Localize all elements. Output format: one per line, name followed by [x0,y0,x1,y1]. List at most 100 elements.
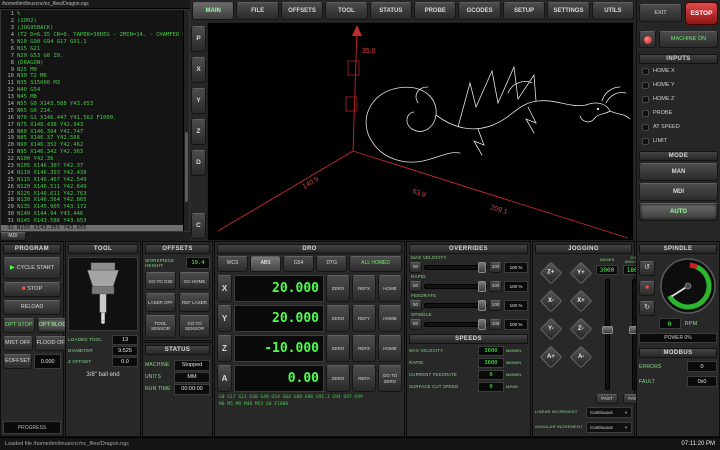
view-tab-button[interactable]: Y [191,88,206,114]
gcode-line[interactable]: 11 N35 S15000 M3 [1,80,183,87]
offsets-button[interactable]: REF LASER [179,293,210,311]
offsets-button[interactable]: LASER OFF [145,293,176,311]
gcode-line[interactable]: 20 N90 X146.352 Y42.462 [1,142,183,149]
axis-zero-button[interactable]: ZERO [326,305,350,332]
spindle-ccw-button[interactable]: ↺ [639,261,655,276]
gcode-line[interactable]: 14 N55 G0 X143.588 Y43.653 [1,101,183,108]
slider-thumb[interactable] [602,326,613,334]
jog-button[interactable]: Y+ [570,262,593,285]
estop-button[interactable]: ESTOP [685,2,718,25]
menu-item[interactable]: GCODES [458,2,500,20]
jog-button[interactable]: A- [570,346,593,369]
axis-home-button[interactable]: HOME [378,275,402,302]
gcode-line[interactable]: 13 N45 M8 [1,94,183,101]
override-min-button[interactable]: 50 [409,281,422,292]
axis-select-button[interactable]: X [217,275,232,302]
slider-thumb[interactable] [478,300,486,311]
spindle-cw-button[interactable]: ↻ [639,301,655,316]
scrollbar-thumb[interactable] [185,132,188,203]
gcode-line[interactable]: 3 (JOG95BACK) [1,25,183,32]
offsets-button[interactable]: GO TO SENSOR [179,315,210,338]
axis-home-button[interactable]: HOME [378,305,402,332]
offsets-button[interactable]: TOOL SENSOR [145,315,176,338]
gcode-line[interactable]: 30 N140 X144.94 Y43.446 [1,211,183,218]
override-slider[interactable] [424,303,487,308]
gcode-line[interactable]: 31 N145 X143.586 Y43.653 [1,218,183,225]
gcode-line[interactable]: 10 N30 T2 M6 [1,73,183,80]
slider-thumb[interactable] [478,319,486,330]
gcode-line[interactable]: 24 N110 X146.393 Y42.438 [1,169,183,176]
gcode-line[interactable]: 25 N115 X146.467 Y42.549 [1,176,183,183]
mist-button[interactable]: MIST OFF [3,336,33,351]
angular-increment-dropdown[interactable]: Continuous▼ [586,422,632,433]
gcode-line[interactable]: 9 N25 M9 [1,66,183,73]
dro-mode-button[interactable]: ABS [250,256,281,272]
axis-select-button[interactable]: A [217,365,232,392]
jog-button[interactable]: Y- [540,318,563,341]
machine-power-indicator-button[interactable] [639,31,656,48]
axis-ref-button[interactable]: REFZ [352,335,376,362]
gcode-line[interactable]: 28 N130 X146.564 Y42.865 [1,197,183,204]
linear-increment-dropdown[interactable]: Continuous▼ [586,407,632,418]
mode-auto-button[interactable]: AUTO [639,203,718,221]
mode-man-button[interactable]: MAN [639,163,718,181]
mode-mdi-button[interactable]: MDI [639,183,718,201]
stop-button[interactable]: ■ STOP [3,282,61,297]
gcode-line[interactable]: 23 N105 X146.307 Y42.37 [1,163,183,170]
dro-mode-button[interactable]: G54 [283,256,314,272]
override-slider[interactable] [424,284,487,289]
axis-ref-button[interactable]: REFA [352,365,376,392]
gcode-line[interactable]: 15 N65 G0 Z14. [1,107,183,114]
view-tab-button[interactable]: X [191,57,206,83]
axis-home-button[interactable]: HOME [378,335,402,362]
gcode-line[interactable]: 18 N80 X146.394 Y42.747 [1,128,183,135]
gcode-line[interactable]: 27 N125 X146.611 Y42.763 [1,190,183,197]
axis-ref-button[interactable]: REFX [352,275,376,302]
gcode-line[interactable]: 5 N10 G90 G94 G17 G91.1 [1,39,183,46]
dro-mode-button[interactable]: WCS [217,256,248,272]
gcode-line[interactable]: 2 (1002) [1,18,183,25]
gcode-line[interactable]: 4 (T2 D=6.35 CR=0. TAPER=30DEG - ZMIN=14… [1,32,183,39]
view-tab-button[interactable]: D [191,150,206,176]
gcode-line[interactable]: 29 N135 X145.905 Y43.172 [1,204,183,211]
tab-mdi[interactable]: MDI [0,232,26,241]
menu-item[interactable]: SETTINGS [547,2,589,20]
jog-button[interactable]: Z- [570,318,593,341]
reload-button[interactable]: RELOAD [3,300,61,315]
axis-zero-button[interactable]: ZERO [326,365,350,392]
gcode-line[interactable]: 21 N95 X146.342 Y42.363 [1,149,183,156]
menu-item[interactable]: UTILS [592,2,634,20]
menu-item[interactable]: STATUS [370,2,412,20]
menu-item[interactable]: OFFSETS [281,2,323,20]
jog-linear-fast-button[interactable]: FAST [596,394,618,404]
gcode-line[interactable]: 16 N70 G1 X146.447 Y41.562 F1000. [1,114,183,121]
jog-linear-slider[interactable] [605,279,610,390]
gcode-line[interactable]: 12 N40 G54 [1,87,183,94]
override-min-button[interactable]: 50 [409,262,422,273]
jog-button[interactable]: A+ [540,346,563,369]
axis-zero-button[interactable]: ZERO [326,335,350,362]
view-tab-button[interactable]: P [191,26,206,52]
override-slider[interactable] [424,265,487,270]
gcode-scrollbar[interactable] [183,10,189,231]
gcode-line[interactable]: 8 (DRAGON) [1,59,183,66]
override-max-button[interactable]: 100 [489,319,502,330]
override-slider[interactable] [424,322,487,327]
axis-zero-button[interactable]: ZERO [326,275,350,302]
menu-item[interactable]: FILE [236,2,278,20]
override-max-button[interactable]: 100 [489,281,502,292]
axis-ref-button[interactable]: REFY [352,305,376,332]
override-min-button[interactable]: 50 [409,300,422,311]
gcode-line[interactable]: 6 N15 G21 [1,45,183,52]
view-tab-button[interactable]: Z [191,119,206,145]
jog-button[interactable]: X- [540,290,563,313]
offsets-button[interactable]: GO TO G30 [145,272,176,290]
slider-thumb[interactable] [478,262,486,273]
dro-mode-button[interactable]: DTG [316,256,347,272]
gcode-preview-canvas[interactable]: 35.0 140.9 63.9 209.1 [207,22,634,241]
machine-on-button[interactable]: MACHINE ON [659,31,718,48]
jog-button[interactable]: X+ [570,290,593,313]
axis-select-button[interactable]: Z [217,335,232,362]
eoffset-button[interactable]: EOFFSET [3,354,32,369]
gcode-line[interactable]: 26 N120 X146.511 Y42.649 [1,183,183,190]
